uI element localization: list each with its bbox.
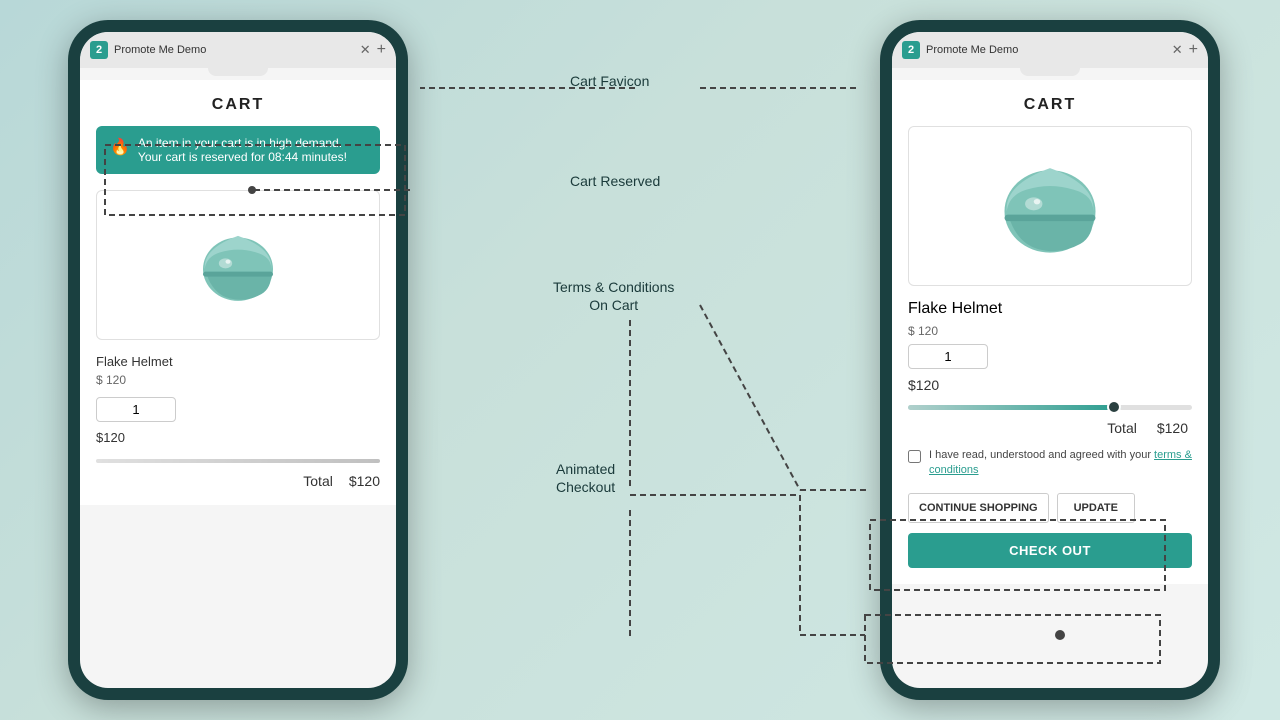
left-product-image	[96, 190, 380, 340]
left-tab-favicon: 2	[90, 41, 108, 59]
left-tab-close[interactable]: ✕	[360, 42, 371, 58]
annotation-terms: Terms & Conditions On Cart	[553, 278, 674, 314]
right-phone: 2 Promote Me Demo ✕ + CART Flake Helmet …	[880, 20, 1220, 700]
annotation-cart-reserved: Cart Reserved	[570, 172, 660, 190]
right-qty-row	[908, 344, 1192, 369]
left-cart-title: CART	[96, 96, 380, 114]
right-terms-checkbox[interactable]	[908, 450, 921, 463]
left-product-price: $ 120	[96, 373, 380, 387]
right-cart-content: CART Flake Helmet $ 120 $120	[892, 80, 1208, 584]
right-tab-new[interactable]: +	[1189, 41, 1198, 59]
left-browser-bar: 2 Promote Me Demo ✕ +	[80, 32, 396, 68]
right-tab-title: Promote Me Demo	[926, 44, 1166, 56]
right-total-row: Total $120	[908, 420, 1192, 436]
right-terms-row: I have read, understood and agreed with …	[908, 448, 1192, 479]
right-progress-bar[interactable]	[908, 405, 1192, 410]
continue-shopping-button[interactable]: CONTINUE SHOPPING	[908, 493, 1049, 523]
right-cart-title: CART	[908, 96, 1192, 114]
right-progress-thumb	[1107, 400, 1121, 414]
right-phone-notch	[1020, 68, 1080, 76]
right-progress-fill	[908, 405, 1121, 410]
right-product-name: Flake Helmet	[908, 300, 1192, 318]
left-cart-timer: 08:44	[268, 150, 298, 164]
right-browser-bar: 2 Promote Me Demo ✕ +	[892, 32, 1208, 68]
left-tab-new[interactable]: +	[377, 41, 386, 59]
right-button-row: CONTINUE SHOPPING UPDATE	[908, 493, 1192, 523]
right-tab-close[interactable]: ✕	[1172, 42, 1183, 58]
left-phone-notch	[208, 68, 268, 76]
annotation-animated-checkout: Animated Checkout	[556, 460, 615, 496]
left-alert-text: An item in your cart is in high demand. …	[138, 136, 347, 164]
checkout-button[interactable]: CHECK OUT	[908, 533, 1192, 568]
right-qty-input[interactable]	[908, 344, 988, 369]
left-total-row: Total $120	[96, 473, 380, 489]
left-alert-icon: 🔥	[110, 137, 130, 157]
left-product-name: Flake Helmet	[96, 354, 380, 369]
right-tab-favicon: 2	[902, 41, 920, 59]
update-button[interactable]: UPDATE	[1057, 493, 1135, 523]
right-product-price: $ 120	[908, 324, 1192, 338]
left-tab-title: Promote Me Demo	[114, 44, 354, 56]
left-divider	[96, 459, 380, 463]
left-phone: 2 Promote Me Demo ✕ + CART 🔥 An item in …	[68, 20, 408, 700]
left-alert-banner: 🔥 An item in your cart is in high demand…	[96, 126, 380, 174]
left-cart-content: CART 🔥 An item in your cart is in high d…	[80, 80, 396, 505]
left-line-total: $120	[96, 430, 380, 445]
left-qty-input[interactable]	[96, 397, 176, 422]
annotation-cart-favicon: Cart Favicon	[570, 72, 649, 90]
right-subtotal: $120	[908, 377, 1192, 393]
right-product-image	[908, 126, 1192, 286]
